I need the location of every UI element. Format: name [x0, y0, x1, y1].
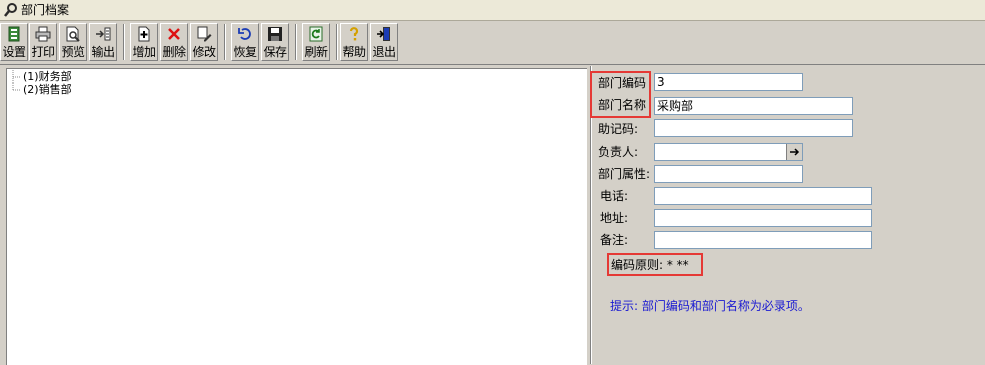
delete-button[interactable]: 删除: [160, 23, 188, 61]
tree-connector: [12, 70, 21, 84]
tree-item-label: (2)销售部: [23, 83, 72, 96]
undo-button[interactable]: 恢复: [231, 23, 259, 61]
settings-button[interactable]: 设置: [0, 23, 28, 61]
refresh-icon: [309, 26, 323, 42]
exit-label: 退出: [372, 45, 396, 59]
refresh-button[interactable]: 刷新: [302, 23, 330, 61]
reference-lookup-icon: [790, 148, 800, 156]
save-label: 保存: [263, 45, 287, 59]
toolbar-separator: [224, 24, 226, 60]
toolbar-separator: [295, 24, 297, 60]
settings-label: 设置: [2, 45, 26, 59]
phone-input[interactable]: [654, 187, 872, 205]
edit-label: 修改: [192, 45, 216, 59]
title-bar: 部门档案: [0, 0, 985, 21]
dept-name-input[interactable]: 采购部: [654, 97, 853, 115]
attribute-label: 部门属性:: [598, 167, 651, 181]
save-button[interactable]: 保存: [261, 23, 289, 61]
exit-icon: [377, 27, 390, 41]
magnifier-icon: [4, 3, 17, 17]
department-form: 部门编码 3 部门名称 采购部 助记码: 负责人: 部门属性: 电话: 地址: …: [590, 66, 985, 364]
remark-input[interactable]: [654, 231, 872, 249]
print-label: 打印: [31, 45, 55, 59]
window-title: 部门档案: [21, 3, 70, 17]
remark-label: 备注:: [600, 233, 629, 247]
printer-icon: [35, 26, 51, 42]
tree-connector: [12, 83, 21, 91]
manager-label: 负责人:: [598, 145, 639, 159]
print-button[interactable]: 打印: [29, 23, 57, 61]
export-icon: [96, 27, 111, 41]
dept-code-input[interactable]: 3: [654, 73, 803, 91]
code-rule-text: 编码原则: * **: [611, 258, 689, 272]
exit-button[interactable]: 退出: [370, 23, 398, 61]
refresh-label: 刷新: [304, 45, 328, 59]
export-button[interactable]: 输出: [89, 23, 117, 61]
help-button[interactable]: 帮助: [340, 23, 368, 61]
dept-code-label: 部门编码: [598, 76, 647, 90]
toolbar-separator: [123, 24, 125, 60]
tree-item[interactable]: (1)财务部: [7, 70, 127, 84]
required-hint: 提示: 部门编码和部门名称为必录项。: [610, 299, 810, 313]
tree-item-label: (1)财务部: [23, 70, 72, 83]
edit-button[interactable]: 修改: [190, 23, 218, 61]
preview-label: 预览: [61, 45, 85, 59]
save-icon: [268, 27, 282, 41]
manager-dropdown-button[interactable]: [786, 144, 802, 160]
mnemonic-label: 助记码:: [598, 122, 639, 136]
delete-icon: [168, 28, 180, 40]
undo-label: 恢复: [233, 45, 257, 59]
help-label: 帮助: [342, 45, 366, 59]
add-icon: [138, 26, 150, 42]
attribute-input[interactable]: [654, 165, 803, 183]
edit-icon: [197, 26, 212, 42]
toolbar: 设置 打印 预览 输出 增加 删除 修改 恢复 保存 刷新 帮助 退出: [0, 21, 985, 65]
undo-icon: [238, 28, 251, 40]
preview-button[interactable]: 预览: [59, 23, 87, 61]
help-icon: [349, 27, 359, 41]
add-button[interactable]: 增加: [130, 23, 158, 61]
dept-name-label: 部门名称: [598, 98, 647, 112]
tree-item[interactable]: (2)销售部: [7, 83, 127, 97]
manager-select[interactable]: [654, 143, 803, 161]
add-label: 增加: [132, 45, 156, 59]
mnemonic-input[interactable]: [654, 119, 853, 137]
department-tree[interactable]: (1)财务部 (2)销售部: [6, 68, 587, 365]
delete-label: 删除: [162, 45, 186, 59]
address-input[interactable]: [654, 209, 872, 227]
address-label: 地址:: [600, 211, 629, 225]
settings-icon: [8, 26, 20, 42]
phone-label: 电话:: [600, 189, 629, 203]
preview-icon: [66, 26, 80, 42]
export-label: 输出: [91, 45, 115, 59]
